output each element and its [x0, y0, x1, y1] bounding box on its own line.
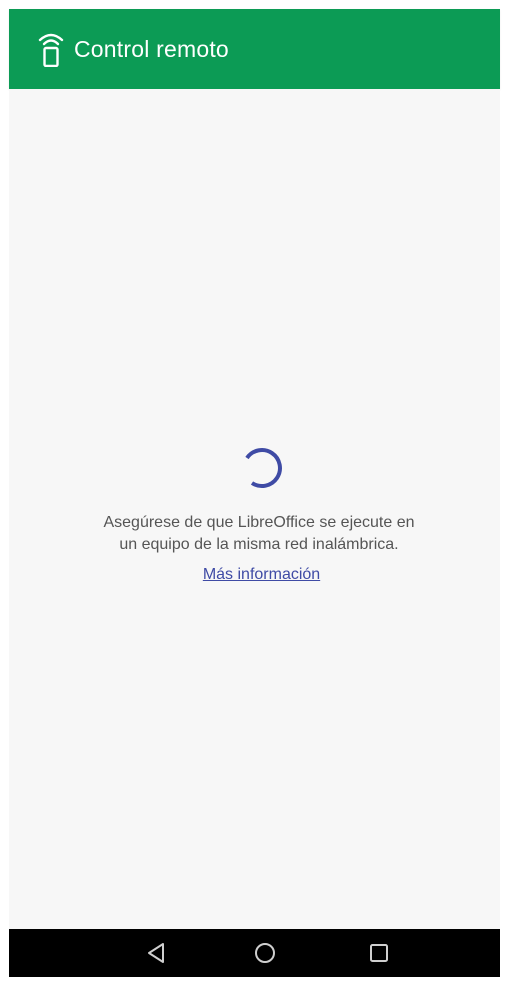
app-bar: Control remoto — [9, 9, 500, 89]
remote-wifi-icon — [38, 31, 64, 67]
loading-spinner — [245, 448, 282, 488]
back-button[interactable] — [142, 939, 170, 967]
message-line-1: Asegúrese de que LibreOffice se ejecute … — [103, 514, 415, 531]
home-button[interactable] — [251, 939, 279, 967]
app-window: Control remoto Asegúrese de que LibreOff… — [9, 9, 500, 977]
recents-icon — [370, 944, 388, 962]
main-content: Asegúrese de que LibreOffice se ejecute … — [9, 89, 500, 929]
screen: Control remoto Asegúrese de que LibreOff… — [0, 0, 509, 987]
navigation-bar — [9, 929, 500, 977]
more-info-link[interactable]: Más información — [9, 566, 509, 584]
connection-message: Asegúrese de que LibreOffice se ejecute … — [49, 512, 469, 556]
app-title: Control remoto — [74, 35, 229, 62]
back-icon — [148, 943, 164, 963]
recents-button[interactable] — [365, 939, 393, 967]
home-icon — [255, 943, 275, 963]
message-line-2: un equipo de la misma red inalámbrica. — [119, 536, 399, 553]
